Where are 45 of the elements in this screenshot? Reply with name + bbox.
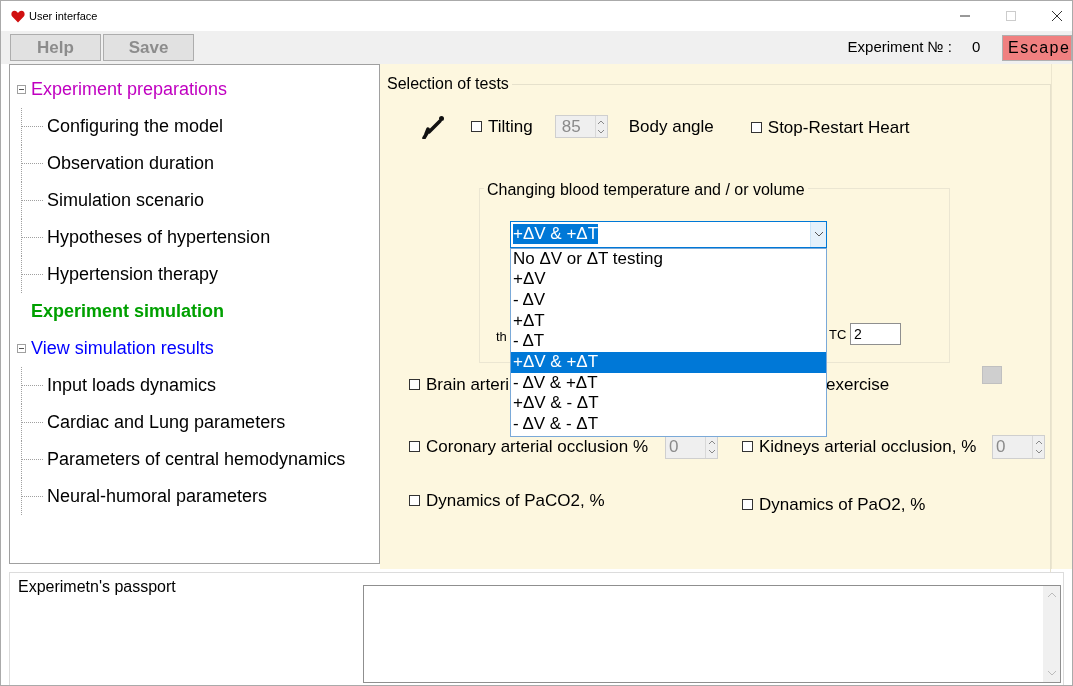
spin-arrows-icon[interactable] [708,439,715,454]
number-field[interactable]: 2 [850,322,901,345]
tree-item[interactable]: Neural-humoral parameters [47,483,268,510]
spin-arrows-icon[interactable] [598,119,605,134]
color-swatch[interactable] [982,365,1002,384]
window-title: User interface [29,8,98,24]
paco2-checkbox[interactable]: Dynamics of PaCO2, % [409,487,605,514]
passport-text-area[interactable] [363,585,1061,683]
group-title: Experimetn's passport [18,577,176,597]
pao2-checkbox[interactable]: Dynamics of PaO2, % [742,491,926,517]
collapse-icon[interactable] [17,344,26,353]
body-angle-label: Body angle [628,116,714,138]
experiment-label: Experiment № : [847,37,952,58]
maximize-icon[interactable] [1006,11,1016,21]
dropdown[interactable]: +ΔV & +ΔT [510,220,827,248]
tilting-checkbox[interactable]: Tilting [471,114,533,140]
tree-item[interactable]: Hypotheses of hypertension [47,224,271,251]
escape-button[interactable]: Escape [1002,34,1072,61]
field-label: th [496,327,507,346]
tree-item[interactable]: View simulation results [31,335,214,362]
tree-item[interactable]: Configuring the model [47,113,224,140]
close-icon[interactable] [1052,11,1062,21]
brain-checkbox[interactable]: Brain arteri [409,371,510,398]
tree-item[interactable]: Observation duration [47,150,215,177]
coronary-checkbox[interactable]: Coronary arterial occlusion % [409,433,665,460]
collapse-icon[interactable] [17,85,26,94]
tree-item[interactable]: Hypertension therapy [47,261,219,288]
scroll-up-icon[interactable] [1047,592,1056,597]
field-label: TC [829,325,847,344]
dropdown-option[interactable]: +ΔV & +ΔT [511,351,826,373]
experiment-number: 0 [972,37,982,58]
tree-item[interactable]: Cardiac and Lung parameters [47,409,286,436]
stop-restart-checkbox[interactable]: Stop-Restart Heart [750,115,910,141]
scroll-down-icon[interactable] [1047,671,1056,676]
tilted-figure-icon [422,114,446,139]
spin-arrows-icon[interactable] [1035,439,1042,454]
heart-icon [11,9,25,23]
chevron-down-icon[interactable] [814,231,823,237]
scrollbar[interactable] [1043,586,1060,682]
exercise-label: exercise [826,373,890,396]
kidneys-checkbox[interactable]: Kidneys arterial occlusion, % [742,433,977,460]
tree-item[interactable]: Simulation scenario [47,187,205,214]
tree-item[interactable]: Input loads dynamics [47,372,217,399]
tree-item[interactable]: Experiment preparations [31,76,228,103]
tree-item[interactable]: Parameters of central hemodynamics [47,446,346,473]
